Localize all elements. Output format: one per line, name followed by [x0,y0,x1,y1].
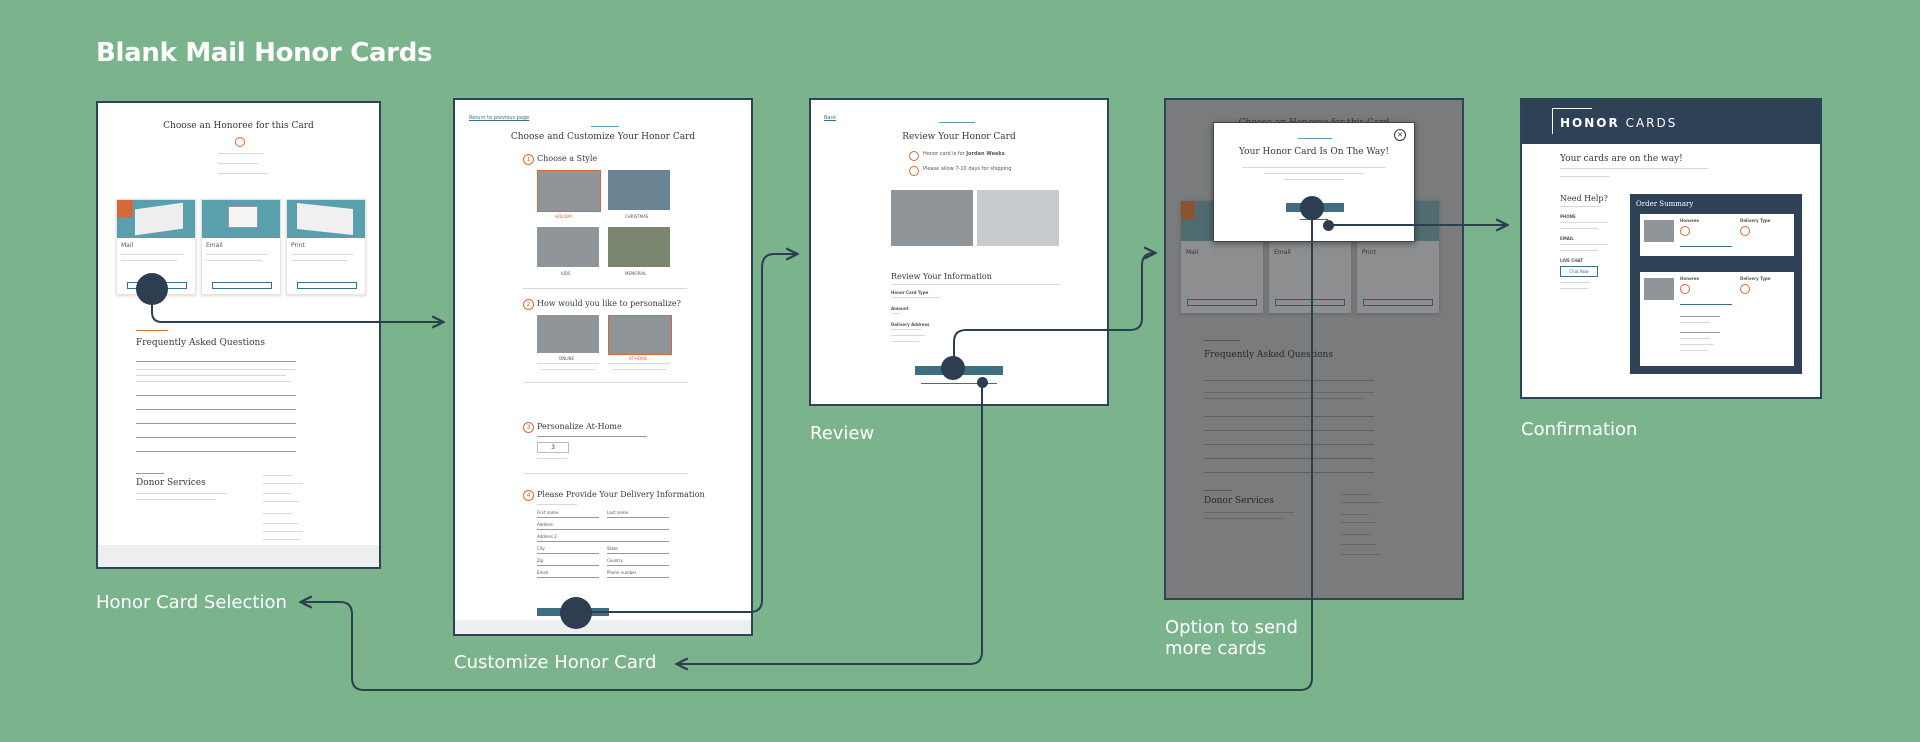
tap-point-option-secondary [1323,220,1334,231]
connector-review-to-option [953,253,1154,368]
tap-point-review [941,356,965,380]
tap-point-selection [136,273,168,305]
connector-review-back-to-customize [678,382,983,664]
connector-option-back-to-selection [302,208,1313,691]
tap-point-customize [560,597,592,629]
tap-point-review-secondary [977,377,988,388]
connector-selection-to-customize [151,290,442,322]
tap-point-option [1300,196,1324,220]
connector-customize-to-review [578,254,796,613]
